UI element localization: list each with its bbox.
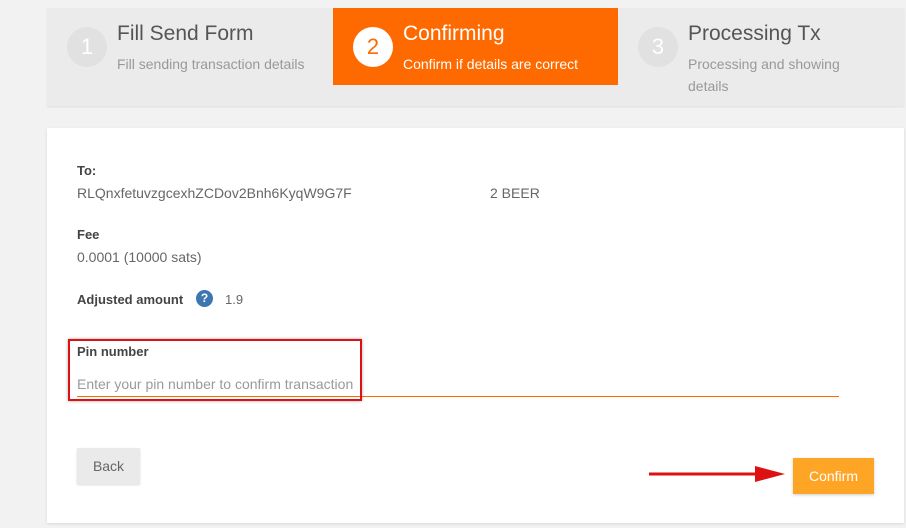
step-title: Processing Tx	[688, 22, 821, 45]
adjusted-amount-label: Adjusted amount	[77, 292, 184, 307]
step-subtitle: Fill sending transaction details	[117, 56, 305, 72]
step-title: Fill Send Form	[117, 22, 254, 45]
confirm-button[interactable]: Confirm	[793, 458, 874, 494]
to-amount: 2 BEER	[490, 185, 540, 201]
back-button[interactable]: Back	[77, 448, 140, 484]
step-processing-tx: 3 Processing Tx Processing and showing d…	[618, 8, 904, 94]
step-confirming: 2 Confirming Confirm if details are corr…	[333, 8, 618, 85]
to-label: To:	[77, 163, 97, 178]
step-subtitle: Confirm if details are correct	[403, 56, 579, 72]
to-address: RLQnxfetuvzgcexhZCDov2Bnh6KyqW9G7F	[77, 185, 352, 201]
step-title: Confirming	[403, 22, 505, 45]
step-number: 3	[638, 27, 678, 67]
fee-label: Fee	[77, 227, 100, 242]
arrow-annotation-icon	[649, 466, 785, 482]
stepper: 1 Fill Send Form Fill sending transactio…	[47, 8, 904, 106]
fee-value: 0.0001 (10000 sats)	[77, 249, 202, 265]
step-subtitle: Processing and showing details	[688, 56, 840, 94]
pin-highlight-annotation	[68, 339, 362, 401]
step-number: 1	[67, 27, 107, 67]
adjusted-amount-value: 1.9	[225, 292, 244, 307]
help-icon[interactable]: ?	[196, 290, 213, 307]
step-number: 2	[353, 27, 393, 67]
confirmation-card: To: RLQnxfetuvzgcexhZCDov2Bnh6KyqW9G7F 2…	[47, 128, 904, 523]
step-fill-send-form: 1 Fill Send Form Fill sending transactio…	[47, 8, 333, 85]
